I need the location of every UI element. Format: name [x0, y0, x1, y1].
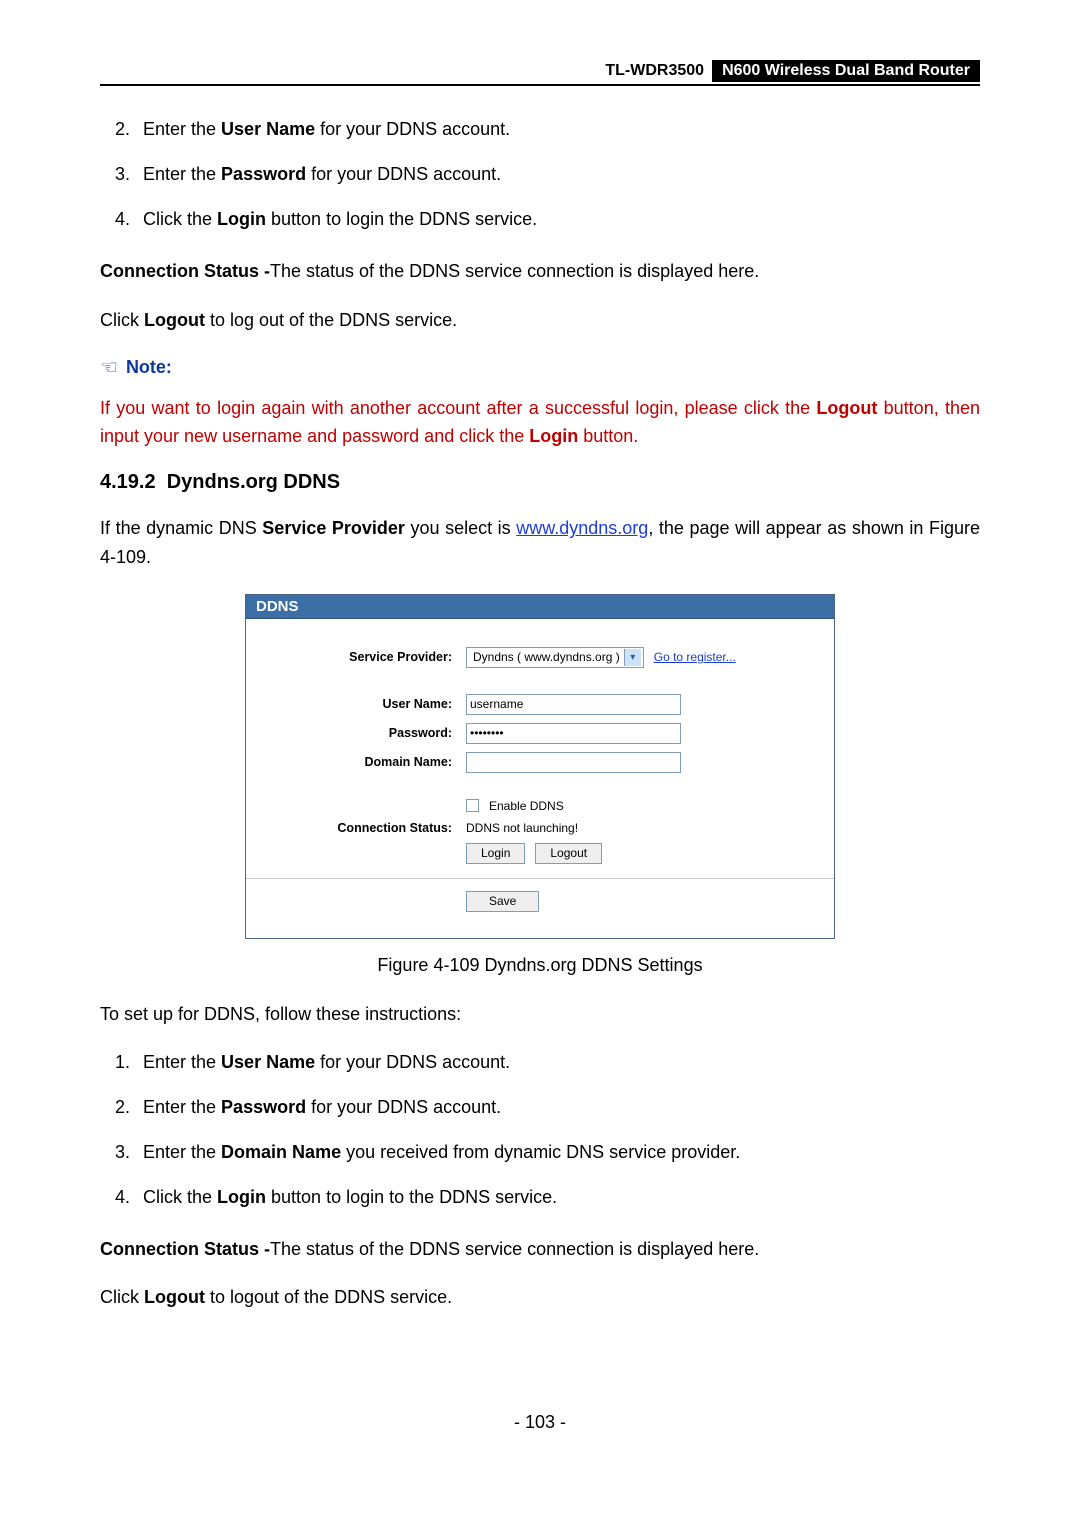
model-description: N600 Wireless Dual Band Router: [712, 60, 980, 82]
username-label: User Name:: [246, 697, 466, 711]
intro-text: If the dynamic DNS: [100, 518, 262, 538]
domain-row: Domain Name:: [246, 752, 834, 773]
step-bold: Login: [217, 209, 266, 229]
step-text: Enter the: [143, 1142, 221, 1162]
provider-value: Dyndns ( www.dyndns.org ): [469, 650, 624, 664]
provider-select[interactable]: Dyndns ( www.dyndns.org ) ▾: [466, 647, 644, 668]
intro-text: you select is: [405, 518, 516, 538]
save-row: Save: [246, 891, 834, 912]
note-login-bold: Login: [529, 426, 578, 446]
step-item: Click the Login button to login to the D…: [135, 1184, 980, 1211]
step-item: Enter the Domain Name you received from …: [135, 1139, 980, 1166]
enable-ddns-checkbox[interactable]: [466, 799, 479, 812]
username-row: User Name:: [246, 694, 834, 715]
step-text: Enter the: [143, 1052, 221, 1072]
connection-status-value: DDNS not launching!: [466, 821, 578, 835]
note-text: If you want to login again with another …: [100, 398, 816, 418]
note-body: If you want to login again with another …: [100, 394, 980, 452]
conn-status-text: The status of the DDNS service connectio…: [270, 261, 759, 281]
figure-caption: Figure 4-109 Dyndns.org DDNS Settings: [100, 955, 980, 976]
connection-status-row: Connection Status: DDNS not launching!: [246, 821, 834, 835]
connection-status-desc-2: Connection Status -The status of the DDN…: [100, 1235, 980, 1264]
register-link[interactable]: Go to register...: [654, 650, 736, 664]
logout-bold: Logout: [144, 310, 205, 330]
note-text: button.: [578, 426, 638, 446]
password-label: Password:: [246, 726, 466, 740]
step-text: Enter the: [143, 119, 221, 139]
ddns-figure: DDNS Service Provider: Dyndns ( www.dynd…: [245, 594, 835, 939]
intro-paragraph: If the dynamic DNS Service Provider you …: [100, 514, 980, 572]
logout-desc-2: Click Logout to logout of the DDNS servi…: [100, 1283, 980, 1312]
password-input[interactable]: [466, 723, 681, 744]
step-text: Click the: [143, 209, 217, 229]
note-header: ☞ Note:: [100, 355, 980, 380]
enable-ddns-row: Enable DDNS: [246, 799, 834, 813]
step-text: button to login the DDNS service.: [266, 209, 537, 229]
step-text: Enter the: [143, 1097, 221, 1117]
step-bold: Password: [221, 164, 306, 184]
logout-bold: Logout: [144, 1287, 205, 1307]
section-number: 4.19.2: [100, 471, 156, 493]
enable-ddns-label: Enable DDNS: [489, 799, 564, 813]
conn-status-text: The status of the DDNS service connectio…: [270, 1239, 759, 1259]
step-item: Enter the Password for your DDNS account…: [135, 1094, 980, 1121]
connection-status-label: Connection Status:: [246, 821, 466, 835]
page-number: - 103 -: [100, 1412, 980, 1433]
page-header: TL-WDR3500 N600 Wireless Dual Band Route…: [100, 60, 980, 86]
step-bold: Password: [221, 1097, 306, 1117]
setup-intro: To set up for DDNS, follow these instruc…: [100, 1000, 980, 1029]
bottom-steps-list: Enter the User Name for your DDNS accoun…: [100, 1049, 980, 1211]
save-button[interactable]: Save: [466, 891, 539, 912]
logout-pre: Click: [100, 1287, 144, 1307]
step-bold: Domain Name: [221, 1142, 341, 1162]
conn-status-label: Connection Status -: [100, 1239, 270, 1259]
connection-status-desc: Connection Status -The status of the DDN…: [100, 257, 980, 286]
step-bold: User Name: [221, 1052, 315, 1072]
section-title: Dyndns.org DDNS: [167, 471, 340, 493]
logout-pre: Click: [100, 310, 144, 330]
pointing-hand-icon: ☞: [100, 355, 118, 380]
step-text: you received from dynamic DNS service pr…: [341, 1142, 740, 1162]
logout-post: to log out of the DDNS service.: [205, 310, 457, 330]
conn-status-label: Connection Status -: [100, 261, 270, 281]
step-text: for your DDNS account.: [315, 119, 510, 139]
step-item: Enter the User Name for your DDNS accoun…: [135, 116, 980, 143]
note-logout-bold: Logout: [816, 398, 877, 418]
domain-input[interactable]: [466, 752, 681, 773]
login-button[interactable]: Login: [466, 843, 525, 864]
step-item: Enter the User Name for your DDNS accoun…: [135, 1049, 980, 1076]
top-steps-list: Enter the User Name for your DDNS accoun…: [100, 116, 980, 233]
password-row: Password:: [246, 723, 834, 744]
domain-label: Domain Name:: [246, 755, 466, 769]
provider-row: Service Provider: Dyndns ( www.dyndns.or…: [246, 647, 834, 668]
section-heading: 4.19.2 Dyndns.org DDNS: [100, 471, 980, 494]
logout-desc: Click Logout to log out of the DDNS serv…: [100, 306, 980, 335]
login-buttons-row: Login Logout: [246, 843, 834, 864]
step-item: Click the Login button to login the DDNS…: [135, 206, 980, 233]
logout-button[interactable]: Logout: [535, 843, 602, 864]
step-text: for your DDNS account.: [315, 1052, 510, 1072]
step-text: for your DDNS account.: [306, 1097, 501, 1117]
step-text: Enter the: [143, 164, 221, 184]
figure-title: DDNS: [246, 595, 834, 619]
model-number: TL-WDR3500: [597, 60, 712, 82]
step-text: button to login to the DDNS service.: [266, 1187, 557, 1207]
step-text: for your DDNS account.: [306, 164, 501, 184]
username-input[interactable]: [466, 694, 681, 715]
step-text: Click the: [143, 1187, 217, 1207]
step-bold: Login: [217, 1187, 266, 1207]
step-item: Enter the Password for your DDNS account…: [135, 161, 980, 188]
note-label: Note:: [126, 357, 172, 378]
provider-label: Service Provider:: [246, 650, 466, 664]
logout-post: to logout of the DDNS service.: [205, 1287, 452, 1307]
step-bold: User Name: [221, 119, 315, 139]
chevron-down-icon: ▾: [624, 649, 641, 666]
dyndns-link[interactable]: www.dyndns.org: [516, 518, 648, 538]
intro-bold: Service Provider: [262, 518, 405, 538]
